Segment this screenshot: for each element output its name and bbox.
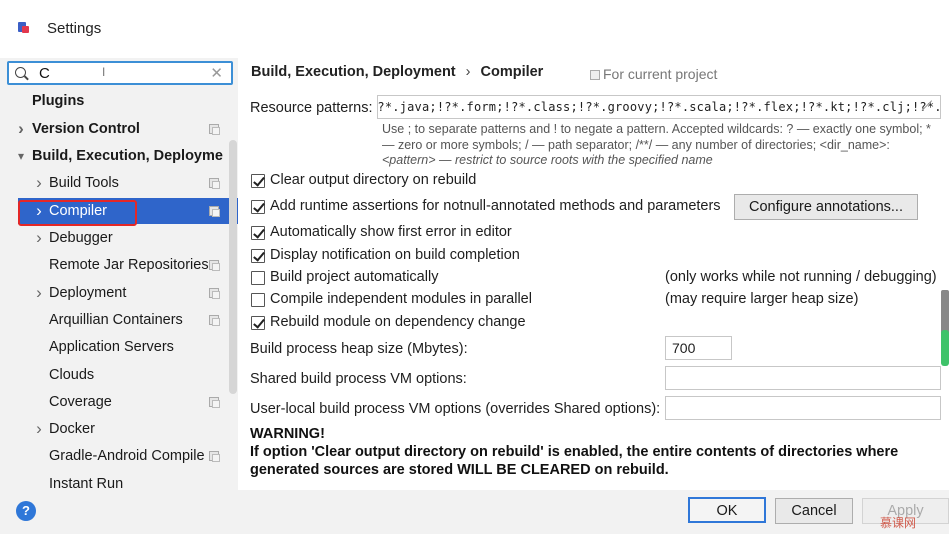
chevron-right-icon[interactable]: › [33,416,45,442]
chevron-right-icon[interactable]: › [33,280,45,306]
sidebar-item-deployment[interactable]: › Deployment [0,280,238,306]
heap-size-input[interactable]: 700 [665,336,732,360]
sidebar-item-label: Version Control [32,121,140,137]
checkbox-checked-icon[interactable] [251,249,265,263]
expand-field-icon[interactable] [920,99,932,111]
settings-sidebar: C I ✕ Plugins › Version Control ▾ Build, Exe… [0,58,238,490]
warning-title: WARNING! [250,426,325,442]
window-title: Settings [47,20,102,37]
compiler-settings-panel: Build, Execution, Deployment › Compiler Fo… [238,58,949,490]
search-icon [15,67,26,78]
option-note: (only works while not running / debuggin… [665,269,937,285]
for-current-project-label: For current project [590,66,717,82]
checkbox-label[interactable]: Clear output directory on rebuild [270,172,476,188]
sidebar-item-label: Application Servers [49,339,174,355]
project-scope-icon [209,451,220,462]
sidebar-item-label: Gradle-Android Compile [49,448,205,464]
chevron-down-icon[interactable]: ▾ [15,143,27,169]
sidebar-item-label: Docker [49,421,95,437]
project-scope-icon [209,397,220,408]
user-local-vm-options-label: User-local build process VM options (ove… [250,401,661,417]
settings-search-input[interactable]: C I ✕ [7,61,233,85]
checkbox-checked-icon[interactable] [251,226,265,240]
sidebar-item-application-servers[interactable]: Application Servers [0,334,238,360]
sidebar-item-build-tools[interactable]: › Build Tools [0,170,238,196]
main-scrollbar-thumb[interactable] [941,330,949,366]
text-cursor-icon: I [102,65,106,79]
checkbox-label[interactable]: Automatically show first error in editor [270,224,512,240]
sidebar-item-label: Remote Jar Repositories [49,257,209,273]
option-note: (may require larger heap size) [665,291,859,307]
sidebar-scrollbar[interactable] [229,140,237,394]
sidebar-item-label: Coverage [49,394,112,410]
breadcrumb-parent[interactable]: Build, Execution, Deployment [251,64,456,80]
shared-vm-options-label: Shared build process VM options: [250,371,467,387]
sidebar-item-label: Build Tools [49,175,119,191]
project-scope-icon [209,315,220,326]
sidebar-item-label: Debugger [49,230,113,246]
sidebar-item-label: Clouds [49,367,95,383]
sidebar-item-docker[interactable]: › Docker [0,416,238,442]
checkbox-unchecked-icon[interactable] [251,293,265,307]
configure-annotations-button[interactable]: Configure annotations... [734,194,918,220]
checkbox-checked-icon[interactable] [251,174,265,188]
project-scope-icon [590,70,600,80]
resource-patterns-hint: Use ; to separate patterns and ! to nega… [382,122,931,167]
sidebar-item-clouds[interactable]: Clouds [0,362,238,388]
chevron-right-icon[interactable]: › [33,170,45,196]
checkbox-label[interactable]: Build project automatically [270,269,438,285]
checkbox-label[interactable]: Display notification on build completion [270,247,520,263]
resource-patterns-input[interactable]: !?*.java;!?*.form;!?*.class;!?*.groovy;!… [377,95,941,119]
help-icon[interactable]: ? [16,501,36,521]
sidebar-item-coverage[interactable]: Coverage [0,389,238,415]
ok-button[interactable]: OK [688,497,766,523]
checkbox-label[interactable]: Add runtime assertions for notnull-annot… [270,198,721,214]
intellij-app-icon [18,22,30,34]
sidebar-item-label: Arquillian Containers [49,312,183,328]
checkbox-label[interactable]: Compile independent modules in parallel [270,291,532,307]
shared-vm-options-input[interactable] [665,366,941,390]
sidebar-item-version-control[interactable]: › Version Control [0,116,238,142]
user-local-vm-options-input[interactable] [665,396,941,420]
dialog-button-bar: ? OK Cancel Apply [0,490,949,534]
warning-message: WARNING! If option 'Clear output directo… [250,425,940,479]
chevron-right-icon[interactable]: › [15,116,27,142]
warning-text: If option 'Clear output directory on reb… [250,444,899,478]
checkbox-unchecked-icon[interactable] [251,271,265,285]
sidebar-item-plugins[interactable]: Plugins [0,88,238,114]
sidebar-item-build-execution-deployme[interactable]: ▾ Build, Execution, Deployme [0,143,238,169]
search-value: C [39,65,50,82]
sidebar-item-debugger[interactable]: › Debugger [0,225,238,251]
sidebar-item-label: Instant Run [49,476,124,490]
title-bar: Settings [0,0,949,58]
breadcrumb: Build, Execution, Deployment › Compiler [251,64,543,80]
chevron-right-icon[interactable]: › [33,225,45,251]
sidebar-item-arquillian-containers[interactable]: Arquillian Containers [0,307,238,333]
sidebar-item-label: Deployment [49,285,127,301]
checkbox-label[interactable]: Rebuild module on dependency change [270,314,526,330]
watermark-logo: 慕课网 [880,516,917,530]
checkbox-checked-icon[interactable] [251,200,265,214]
clear-search-icon[interactable]: ✕ [210,64,223,82]
resource-patterns-label: Resource patterns: [250,100,373,116]
sidebar-item-label: Build, Execution, Deployme [32,148,223,164]
sidebar-item-label: Plugins [32,93,85,109]
heap-size-label: Build process heap size (Mbytes): [250,341,468,357]
project-scope-icon [209,288,220,299]
project-scope-icon [209,178,220,189]
checkbox-checked-icon[interactable] [251,316,265,330]
resource-patterns-value: !?*.java;!?*.form;!?*.class;!?*.groovy;!… [377,100,941,114]
cancel-button[interactable]: Cancel [775,498,853,524]
sidebar-item-remote-jar-repositories[interactable]: Remote Jar Repositories [0,252,238,278]
breadcrumb-current: Compiler [480,64,544,80]
project-scope-icon [209,260,220,271]
compiler-highlight-box [18,200,137,226]
sidebar-item-gradle-android-compile[interactable]: Gradle-Android Compile [0,443,238,469]
project-scope-icon [209,124,220,135]
breadcrumb-separator: › [465,64,471,80]
sidebar-item-instant-run[interactable]: Instant Run [0,471,238,490]
project-scope-icon [209,206,220,217]
